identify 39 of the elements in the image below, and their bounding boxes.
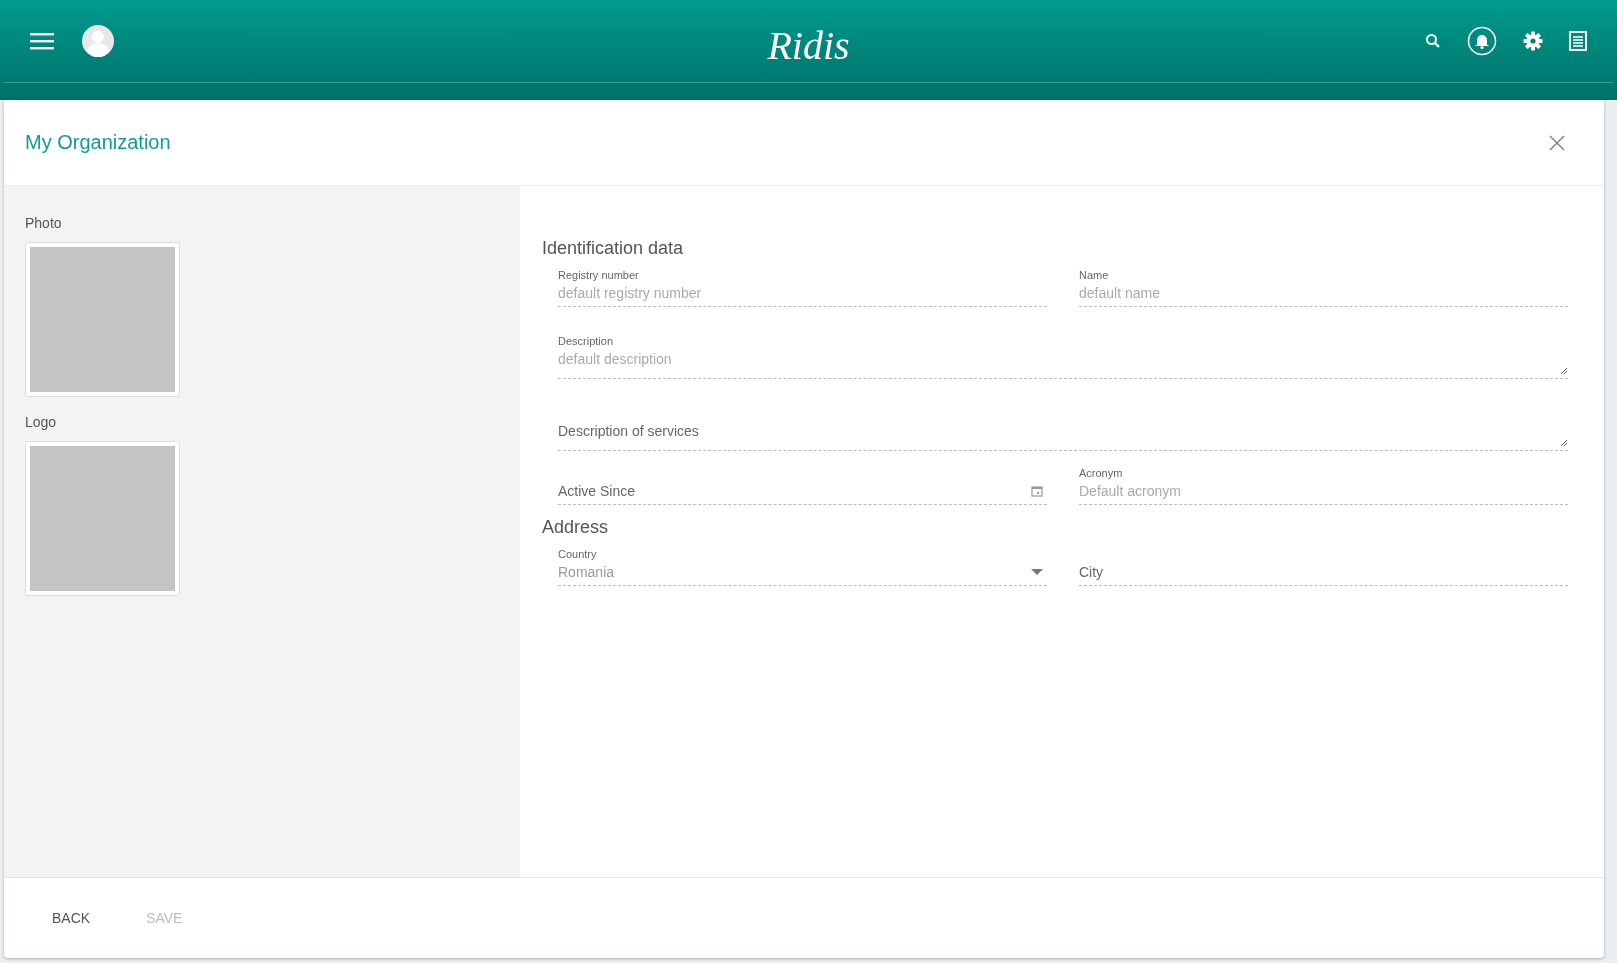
- field-label: Acronym: [1079, 467, 1123, 479]
- input-field[interactable]: Acronym Default acronym: [1079, 463, 1568, 505]
- close-icon[interactable]: [1549, 134, 1565, 151]
- field-placeholder: Default acronym: [1079, 483, 1181, 499]
- list-icon[interactable]: [1569, 31, 1587, 51]
- image-label: Photo: [25, 215, 62, 231]
- action-button[interactable]: BACK: [34, 900, 109, 936]
- dropdown-arrow-icon: [1031, 569, 1043, 575]
- input-field[interactable]: Registry number default registry number: [558, 265, 1047, 307]
- avatar-icon[interactable]: [82, 25, 114, 57]
- field-placeholder: default registry number: [558, 285, 702, 301]
- menu-icon[interactable]: [30, 32, 54, 50]
- input-field[interactable]: Name default name: [1079, 265, 1568, 307]
- field-placeholder: default description: [558, 351, 672, 367]
- text-area[interactable]: Description default description: [558, 319, 1568, 379]
- app-logo: Ridis: [767, 23, 850, 68]
- field-label: Description: [558, 335, 614, 347]
- field-label: Country: [558, 548, 597, 560]
- select-field[interactable]: Country Romania: [558, 544, 1047, 586]
- bell-icon[interactable]: [1467, 26, 1497, 56]
- date-field[interactable]: Active Since: [558, 463, 1047, 505]
- field-value: Romania: [558, 564, 615, 580]
- field-placeholder: Description of services: [558, 423, 699, 439]
- image-label: Logo: [25, 414, 57, 430]
- calendar-icon: [1031, 485, 1043, 497]
- section-title: Address: [542, 517, 609, 538]
- search-icon[interactable]: [1425, 33, 1441, 49]
- field-label: Name: [1079, 269, 1109, 281]
- resize-handle-icon: [1560, 439, 1568, 447]
- field-placeholder: default name: [1079, 285, 1160, 301]
- section-title: Identification data: [542, 238, 684, 259]
- resize-handle-icon: [1560, 367, 1568, 375]
- text-area[interactable]: Description of services: [558, 391, 1568, 451]
- field-placeholder: Active Since: [558, 483, 636, 499]
- field-label: Registry number: [558, 269, 639, 281]
- settings-icon[interactable]: [1523, 31, 1543, 51]
- field-placeholder: City: [1079, 564, 1104, 580]
- dialog-title: My Organization: [25, 131, 171, 154]
- input-field[interactable]: City: [1079, 544, 1568, 586]
